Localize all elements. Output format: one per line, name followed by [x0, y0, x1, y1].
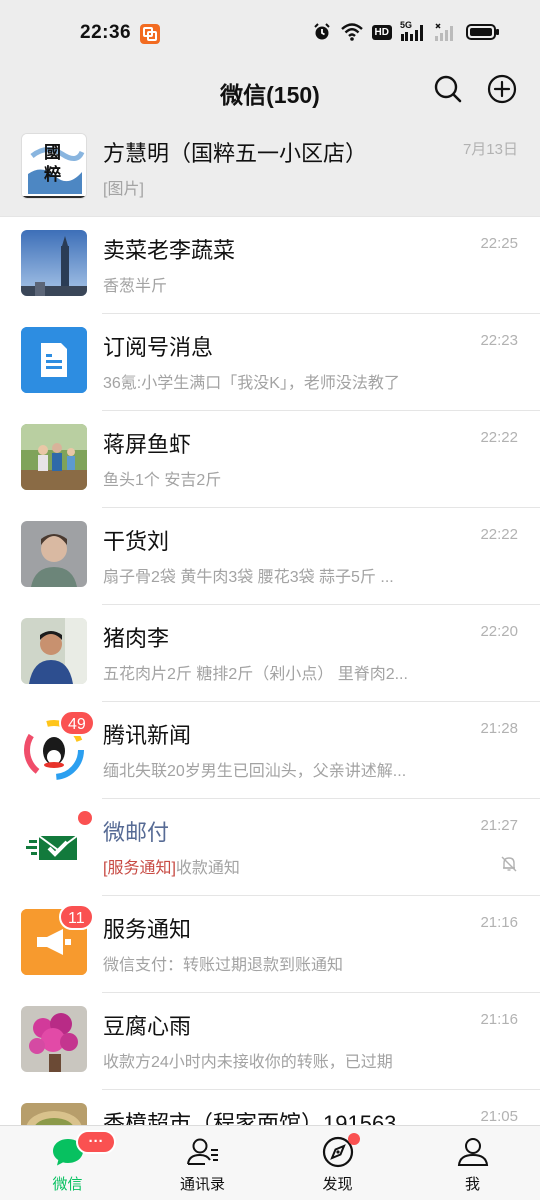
chat-preview: 缅北失联20岁男生已回汕头，父亲讲述解... — [103, 763, 407, 780]
chat-name: 蒋屏鱼虾 — [103, 432, 192, 457]
avatar — [21, 1103, 87, 1125]
chat-name: 猪肉李 — [103, 626, 170, 651]
chat-preview-text: 收款通知 — [175, 860, 240, 877]
chat-name: 豆腐心雨 — [103, 1014, 192, 1039]
chat-preview: [图片] — [103, 181, 144, 198]
unread-badge: 11 — [59, 904, 94, 930]
chat-preview: [服务通知]收款通知 — [103, 854, 240, 878]
avatar — [21, 327, 87, 393]
avatar — [21, 521, 87, 587]
chat-row[interactable]: 豆腐心雨 收款方24小时内未接收你的转账，已过期 21:16 — [0, 993, 540, 1090]
chat-name: 腾讯新闻 — [103, 723, 192, 748]
app-notification-icon — [140, 24, 160, 44]
chat-name: 微邮付 — [103, 820, 170, 845]
signal-5g-icon: 5G — [400, 20, 426, 42]
chat-time: 21:28 — [480, 720, 518, 737]
chat-time: 22:22 — [480, 526, 518, 543]
chat-name: 干货刘 — [103, 529, 170, 554]
tab-unread-dot — [348, 1133, 360, 1145]
person-icon — [457, 1138, 488, 1166]
unread-badge: 49 — [59, 710, 95, 736]
status-time: 22:36 — [80, 22, 132, 43]
chat-row[interactable]: 香樟超市（程家面馆）191563... 21:05 — [0, 1090, 540, 1125]
chat-row[interactable]: 卖菜老李蔬菜 香葱半斤 22:25 — [0, 217, 540, 314]
chat-name: 卖菜老李蔬菜 — [103, 238, 236, 263]
avatar — [21, 230, 87, 296]
chat-time: 21:27 — [480, 817, 518, 834]
chat-preview: 扇子骨2袋 黄牛肉3袋 腰花3袋 蒜子5斤 ... — [103, 569, 394, 586]
chat-time: 22:22 — [480, 429, 518, 446]
avatar-logo-text: 國粹 — [44, 143, 61, 185]
chat-preview: 鱼头1个 安吉2斤 — [103, 472, 222, 489]
tab-contacts[interactable]: 通讯录 — [135, 1126, 270, 1200]
bottom-tab-bar: ··· 微信 通讯录 发现 我 — [0, 1125, 540, 1200]
tab-me[interactable]: 我 — [405, 1126, 540, 1200]
subscription-doc-icon — [21, 327, 87, 393]
add-button[interactable] — [485, 72, 519, 106]
avatar — [21, 424, 87, 490]
mute-bell-icon — [501, 856, 517, 872]
service-tag: [服务通知] — [103, 860, 176, 877]
chat-time: 7月13日 — [462, 141, 518, 158]
tab-label: 通讯录 — [179, 1176, 225, 1193]
status-icons: HD 5G — [312, 20, 500, 42]
chat-preview: 香葱半斤 — [103, 278, 168, 295]
chat-time: 22:25 — [480, 235, 518, 252]
battery-icon — [466, 24, 499, 40]
chat-row[interactable]: 干货刘 扇子骨2袋 黄牛肉3袋 腰花3袋 蒜子5斤 ... 22:22 — [0, 508, 540, 605]
search-icon — [434, 75, 462, 103]
tab-label: 我 — [464, 1176, 480, 1193]
hd-icon: HD — [371, 24, 392, 40]
chat-preview: 收款方24小时内未接收你的转账，已过期 — [103, 1054, 393, 1071]
chat-row[interactable]: 國粹 方慧明（国粹五一小区店） [图片] 7月13日 — [0, 120, 540, 217]
chat-row[interactable]: 49 腾讯新闻 缅北失联20岁男生已回汕头，父亲讲述解... 21:28 — [0, 702, 540, 799]
tab-discover[interactable]: 发现 — [270, 1126, 405, 1200]
chat-time: 21:16 — [480, 1011, 518, 1028]
wifi-icon — [340, 23, 363, 41]
status-bar: 22:36 HD 5G — [0, 0, 540, 68]
chat-name: 方慧明（国粹五一小区店） — [103, 141, 368, 166]
chat-row[interactable]: 微邮付 [服务通知]收款通知 21:27 — [0, 799, 540, 896]
chat-name: 香樟超市（程家面馆）191563... — [103, 1111, 415, 1125]
chat-preview: 五花肉片2斤 糖排2斤（剁小点） 里脊肉2... — [103, 666, 408, 683]
chat-row[interactable]: 11 服务通知 微信支付：转账过期退款到账通知 21:16 — [0, 896, 540, 993]
plus-circle-icon — [487, 74, 517, 104]
chat-time: 22:20 — [480, 623, 518, 640]
alarm-icon — [313, 23, 330, 40]
chat-preview: 36氪:小学生满口「我没K」，老师没法教了 — [103, 375, 400, 392]
avatar: 國粹 — [21, 133, 87, 199]
tab-label: 微信 — [52, 1176, 83, 1193]
chat-row[interactable]: 猪肉李 五花肉片2斤 糖排2斤（剁小点） 里脊肉2... 22:20 — [0, 605, 540, 702]
tab-label: 发现 — [322, 1176, 353, 1193]
tab-chats[interactable]: ··· 微信 — [0, 1126, 135, 1200]
chat-row[interactable]: 订阅号消息 36氪:小学生满口「我没K」，老师没法教了 22:23 — [0, 314, 540, 411]
envelope-check-icon — [21, 812, 87, 878]
top-header: 微信(150) — [0, 68, 540, 120]
wechat-chats-screen: 22:36 HD 5G 微信(150) 國粹 方慧明（国粹五一小区店） [图片]… — [0, 0, 540, 1200]
avatar — [21, 812, 87, 878]
chat-preview: 微信支付：转账过期退款到账通知 — [103, 957, 344, 974]
chat-time: 21:16 — [480, 914, 518, 931]
chat-name: 服务通知 — [103, 917, 192, 942]
chat-row[interactable]: 蒋屏鱼虾 鱼头1个 安吉2斤 22:22 — [0, 411, 540, 508]
chat-name: 订阅号消息 — [103, 335, 214, 360]
avatar — [21, 618, 87, 684]
signal-secondary-icon — [435, 23, 453, 41]
chat-list: 國粹 方慧明（国粹五一小区店） [图片] 7月13日 卖菜老李蔬菜 香葱半斤 2… — [0, 120, 540, 1125]
chat-time: 21:05 — [480, 1108, 518, 1125]
search-button[interactable] — [431, 72, 465, 106]
unread-dot — [78, 811, 92, 825]
contacts-icon — [186, 1138, 218, 1165]
chat-time: 22:23 — [480, 332, 518, 349]
avatar — [21, 1006, 87, 1072]
tab-badge: ··· — [76, 1130, 116, 1154]
